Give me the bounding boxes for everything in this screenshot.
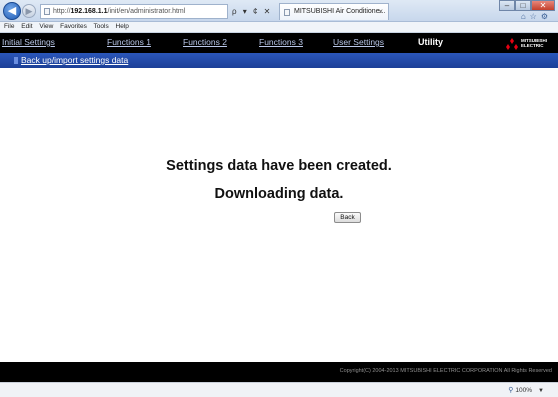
toolbar-icons: ⌂☆⚙ bbox=[521, 12, 552, 21]
menu-edit[interactable]: Edit bbox=[21, 23, 32, 30]
address-bar[interactable]: http://192.168.1.1/init/en/administrator… bbox=[40, 4, 228, 19]
three-diamonds-icon bbox=[506, 38, 518, 50]
tab-title: MITSUBISHI Air Conditione... bbox=[294, 8, 386, 15]
maximize-icon[interactable]: □ bbox=[515, 0, 531, 11]
status-message-downloading: Downloading data. bbox=[214, 186, 344, 202]
menu-bar: File Edit View Favorites Tools Help bbox=[0, 22, 558, 33]
gear-icon[interactable]: ⚙ bbox=[541, 12, 552, 21]
main-nav: Initial Settings Functions 1 Functions 2… bbox=[0, 33, 558, 53]
browser-titlebar: ◀ ▶ http://192.168.1.1/init/en/administr… bbox=[0, 0, 558, 22]
backup-import-link[interactable]: Back up/import settings data bbox=[21, 55, 128, 65]
main-content: Settings data have been created. Downloa… bbox=[0, 68, 558, 362]
forward-arrow-icon[interactable]: ▶ bbox=[22, 4, 36, 18]
address-path: /init/en/administrator.html bbox=[107, 8, 186, 15]
nav-user-settings[interactable]: User Settings bbox=[333, 37, 384, 47]
status-message-created: Settings data have been created. bbox=[166, 158, 392, 174]
minimize-icon[interactable]: – bbox=[499, 0, 515, 11]
nav-functions-2[interactable]: Functions 2 bbox=[183, 37, 227, 47]
menu-view[interactable]: View bbox=[39, 23, 53, 30]
sub-nav: Back up/import settings data bbox=[0, 53, 558, 68]
window-controls: – □ ✕ bbox=[499, 0, 555, 12]
browser-window: ◀ ▶ http://192.168.1.1/init/en/administr… bbox=[0, 0, 558, 397]
zoom-icon: ⚲ bbox=[508, 387, 514, 394]
logo-text: MITSUBISHI ELECTRIC bbox=[521, 38, 547, 48]
chevron-down-icon[interactable]: ▼ bbox=[538, 388, 544, 394]
address-host: 192.168.1.1 bbox=[70, 8, 108, 15]
address-prefix: http:// bbox=[53, 8, 71, 15]
page-footer: Copyright(C) 2004-2013 MITSUBISHI ELECTR… bbox=[0, 362, 558, 382]
menu-help[interactable]: Help bbox=[116, 23, 129, 30]
nav-utility[interactable]: Utility bbox=[418, 37, 443, 47]
nav-functions-1[interactable]: Functions 1 bbox=[107, 37, 151, 47]
tab-page-icon bbox=[284, 9, 290, 16]
copyright-text: Copyright(C) 2004-2013 MITSUBISHI ELECTR… bbox=[339, 368, 552, 374]
zoom-level: 100% bbox=[515, 387, 533, 394]
nav-functions-3[interactable]: Functions 3 bbox=[259, 37, 303, 47]
address-actions[interactable]: ρ ▾ ¢ ✕ bbox=[228, 4, 278, 19]
back-button[interactable]: Back bbox=[334, 212, 361, 223]
home-icon[interactable]: ⌂ bbox=[521, 12, 530, 21]
menu-file[interactable]: File bbox=[4, 23, 14, 30]
mitsubishi-logo: MITSUBISHI ELECTRIC bbox=[505, 37, 555, 50]
nav-initial-settings[interactable]: Initial Settings bbox=[2, 37, 55, 47]
close-icon[interactable]: ✕ bbox=[531, 0, 555, 11]
tab-close-icon[interactable]: × bbox=[378, 4, 383, 20]
zoom-control[interactable]: ⚲ 100% ▼ bbox=[508, 386, 544, 394]
logo-line-2: ELECTRIC bbox=[521, 43, 544, 48]
subnav-bullet-icon bbox=[14, 57, 18, 64]
browser-tab[interactable]: MITSUBISHI Air Conditione... × bbox=[279, 3, 389, 20]
menu-tools[interactable]: Tools bbox=[94, 23, 109, 30]
page-icon bbox=[44, 8, 50, 15]
menu-favorites[interactable]: Favorites bbox=[60, 23, 87, 30]
browser-statusbar: ⚲ 100% ▼ bbox=[0, 382, 558, 397]
favorites-star-icon[interactable]: ☆ bbox=[530, 12, 541, 21]
back-arrow-icon[interactable]: ◀ bbox=[3, 2, 21, 20]
